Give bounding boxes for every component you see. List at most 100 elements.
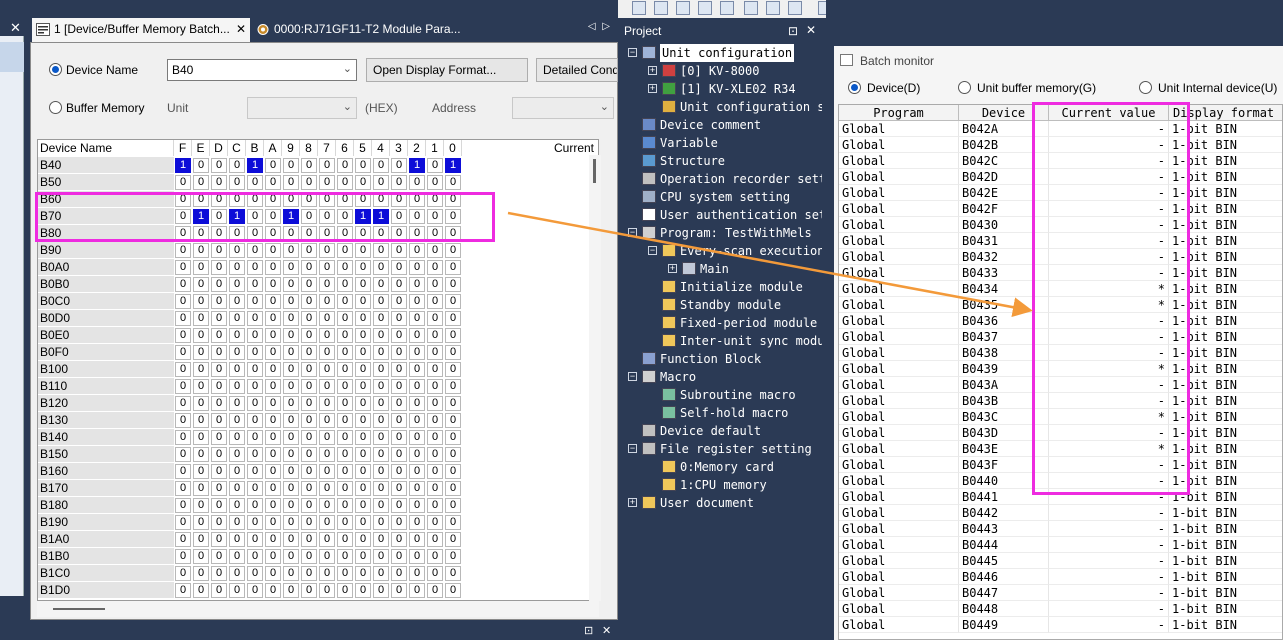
table-row[interactable]: Global B0449-1-bit BIN [839,617,1282,633]
bit-cell[interactable]: 0 [319,549,335,564]
table-row[interactable]: Global B042F -1-bit BIN [839,201,1282,217]
bit-cell[interactable]: 0 [373,396,389,411]
bit-cell[interactable]: 0 [427,345,443,360]
bit-cell[interactable]: 0 [175,345,191,360]
bit-cell[interactable]: 0 [247,362,263,377]
bit-cell[interactable]: 0 [265,464,281,479]
bit-cell[interactable]: 0 [265,158,281,173]
tree-node[interactable]: − Program: TestWithMels [620,224,822,242]
grid-row[interactable]: B80 0 0 0 0 0 0 0 0 0 0 0 0 0 0 0 0 [38,225,598,242]
bit-cell[interactable]: 0 [175,294,191,309]
bit-cell[interactable]: 0 [319,345,335,360]
bit-cell[interactable]: 0 [373,379,389,394]
bit-cell[interactable]: 1 [229,209,245,224]
bit-cell[interactable]: 0 [265,498,281,513]
bit-cell[interactable]: 0 [211,481,227,496]
bit-cell[interactable]: 0 [265,328,281,343]
bit-cell[interactable]: 0 [373,498,389,513]
bit-cell[interactable]: 0 [355,175,371,190]
bit-cell[interactable]: 0 [319,532,335,547]
table-row[interactable]: Global B0445-1-bit BIN [839,553,1282,569]
expand-icon[interactable]: + [648,84,657,93]
bit-cell[interactable]: 0 [337,226,353,241]
table-row[interactable]: Global B0440-1-bit BIN [839,473,1282,489]
bit-cell[interactable]: 1 [175,158,191,173]
bit-cell[interactable]: 0 [229,294,245,309]
bit-cell[interactable]: 0 [391,515,407,530]
bit-cell[interactable]: 0 [319,311,335,326]
bit-cell[interactable]: 0 [193,277,209,292]
bit-cell[interactable]: 0 [301,175,317,190]
bit-cell[interactable]: 0 [337,498,353,513]
bit-cell[interactable]: 0 [247,294,263,309]
bit-cell[interactable]: 0 [247,532,263,547]
unit-combo[interactable]: ⌄ [247,97,357,119]
bit-cell[interactable]: 0 [391,498,407,513]
bit-cell[interactable]: 0 [247,345,263,360]
bit-cell[interactable]: 0 [391,209,407,224]
bit-cell[interactable]: 0 [391,175,407,190]
bit-cell[interactable]: 0 [445,430,461,445]
bit-cell[interactable]: 0 [247,311,263,326]
bit-cell[interactable]: 0 [175,362,191,377]
bit-cell[interactable]: 0 [229,498,245,513]
bit-cell[interactable]: 0 [301,583,317,598]
bit-cell[interactable]: 0 [193,566,209,581]
bit-cell[interactable]: 0 [175,413,191,428]
bit-cell[interactable]: 0 [409,243,425,258]
toolbar-button-icon[interactable] [654,1,668,15]
bit-cell[interactable]: 0 [229,396,245,411]
bit-cell[interactable]: 0 [175,311,191,326]
bit-cell[interactable]: 0 [193,243,209,258]
bit-cell[interactable]: 0 [283,396,299,411]
bit-cell[interactable]: 0 [265,583,281,598]
table-row[interactable]: Global B0439 * 1-bit BIN [839,361,1282,377]
bit-cell[interactable]: 0 [355,413,371,428]
bit-cell[interactable]: 0 [283,549,299,564]
grid-row[interactable]: B160 0 0 0 0 0 0 0 0 0 0 0 0 0 0 0 0 [38,463,598,480]
bit-cell[interactable]: 0 [265,515,281,530]
tree-node[interactable]: Operation recorder sett [620,170,822,188]
bit-cell[interactable]: 0 [283,294,299,309]
bit-cell[interactable]: 0 [175,549,191,564]
bit-cell[interactable]: 0 [265,192,281,207]
bit-cell[interactable]: 0 [229,328,245,343]
bit-cell[interactable]: 0 [427,515,443,530]
bit-cell[interactable]: 0 [247,209,263,224]
bit-cell[interactable]: 0 [427,294,443,309]
bit-cell[interactable]: 0 [301,566,317,581]
bit-cell[interactable]: 0 [427,447,443,462]
bit-cell[interactable]: 0 [373,277,389,292]
bit-cell[interactable]: 0 [265,226,281,241]
open-display-format-button[interactable]: Open Display Format... [366,58,528,82]
collapse-icon[interactable]: − [628,48,637,57]
table-row[interactable]: Global B0435 * 1-bit BIN [839,297,1282,313]
bit-cell[interactable]: 0 [211,192,227,207]
bit-cell[interactable]: 0 [283,328,299,343]
bit-cell[interactable]: 0 [283,532,299,547]
bit-cell[interactable]: 0 [337,396,353,411]
bit-cell[interactable]: 0 [301,481,317,496]
bit-cell[interactable]: 0 [193,583,209,598]
bit-cell[interactable]: 0 [373,243,389,258]
bit-cell[interactable]: 0 [409,583,425,598]
bit-cell[interactable]: 0 [427,277,443,292]
bit-cell[interactable]: 0 [355,481,371,496]
bit-cell[interactable]: 0 [409,345,425,360]
bit-cell[interactable]: 0 [337,158,353,173]
bit-cell[interactable]: 0 [319,396,335,411]
grid-row[interactable]: B1A0 0 0 0 0 0 0 0 0 0 0 0 0 0 0 0 0 [38,531,598,548]
col-header-program[interactable]: Program [839,105,959,121]
table-row[interactable]: Global B0434 * 1-bit BIN [839,281,1282,297]
table-row[interactable]: Global B0448-1-bit BIN [839,601,1282,617]
table-row[interactable]: Global B0433-1-bit BIN [839,265,1282,281]
bit-cell[interactable]: 0 [283,243,299,258]
bit-cell[interactable]: 0 [373,175,389,190]
bit-cell[interactable]: 0 [211,345,227,360]
bit-cell[interactable]: 0 [337,464,353,479]
bit-cell[interactable]: 0 [391,243,407,258]
bit-cell[interactable]: 0 [373,311,389,326]
bit-cell[interactable]: 0 [337,413,353,428]
bit-cell[interactable]: 0 [427,583,443,598]
bit-cell[interactable]: 0 [229,226,245,241]
